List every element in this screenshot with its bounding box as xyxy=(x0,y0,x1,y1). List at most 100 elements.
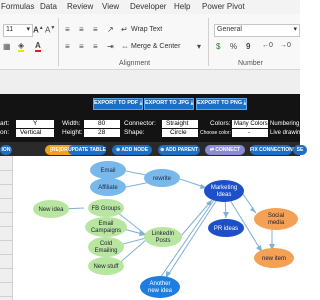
svg-text:rewrite: rewrite xyxy=(153,176,172,182)
height-label: Height: xyxy=(62,129,83,136)
node-email-campaigns[interactable]: Email Campaigns xyxy=(85,217,127,237)
connector-label: Connector: xyxy=(124,120,156,127)
download-icon: ⤓ xyxy=(139,100,143,106)
export-jpg-button[interactable]: EXPORT TO JPG ⤓ xyxy=(144,98,194,110)
shape-value: Circle xyxy=(170,129,187,136)
decrease-font-icon[interactable]: A▼ xyxy=(45,25,55,35)
menu-help[interactable]: Help xyxy=(174,2,190,11)
toolbar-last-button[interactable]: SE xyxy=(293,145,307,155)
currency-icon[interactable]: $ xyxy=(216,42,220,51)
align-top-icon[interactable]: ≡ xyxy=(65,25,70,34)
choose-color-value: - xyxy=(248,129,251,136)
colors-value: Many Colors xyxy=(234,121,268,127)
node-email[interactable]: Email xyxy=(90,161,126,179)
node-another-new-idea[interactable]: Another new idea xyxy=(140,276,180,298)
export-pdf-button[interactable]: EXPORT TO PDF ⤓ xyxy=(93,98,143,110)
add-parent-button[interactable]: ⊕ ADD PARENT xyxy=(158,145,200,155)
node-linkedin-posts[interactable]: LinkedIn Posts xyxy=(144,227,182,247)
comma-style-icon[interactable]: 9 xyxy=(246,42,250,51)
number-group-label: Number xyxy=(238,60,263,67)
font-size-dropdown[interactable]: 11 ▾ xyxy=(3,24,33,37)
svg-text:Email: Email xyxy=(98,221,113,227)
svg-text:Cold: Cold xyxy=(100,241,112,247)
shape-label: Shape: xyxy=(124,129,145,136)
width-label: Width: xyxy=(62,120,81,127)
node-fb-groups[interactable]: FB Groups xyxy=(88,199,124,217)
toolbar-first-button[interactable]: ION xyxy=(0,145,12,155)
menu-formulas[interactable]: Formulas xyxy=(1,2,34,11)
arrowhead-icon xyxy=(223,212,229,218)
width-value: 80 xyxy=(98,120,106,127)
node-cold-emailing[interactable]: Cold Emailing xyxy=(88,237,124,257)
decrease-decimal-icon[interactable]: →0 xyxy=(280,42,291,49)
height-value: 28 xyxy=(98,129,106,136)
number-format-dropdown[interactable]: General ▾ xyxy=(214,24,300,37)
add-node-button[interactable]: ⊕ ADD NODE xyxy=(112,145,152,155)
svg-text:Emailing: Emailing xyxy=(94,248,117,254)
control-panel: EXPORT TO PDF ⤓ EXPORT TO JPG ⤓ EXPORT T… xyxy=(0,94,304,142)
node-marketing-ideas[interactable]: Marketing Ideas xyxy=(204,180,244,202)
download-icon: ⤓ xyxy=(190,100,194,106)
setting-label: art: xyxy=(0,120,10,127)
ribbon-separator xyxy=(58,18,59,66)
font-color-icon[interactable]: A xyxy=(35,41,41,52)
svg-text:Social: Social xyxy=(268,213,284,219)
connector-value: Straight xyxy=(166,120,189,127)
align-bottom-icon[interactable]: ≡ xyxy=(93,25,98,34)
plus-icon: ⊕ xyxy=(115,147,121,153)
align-right-icon[interactable]: ≡ xyxy=(93,42,98,51)
chevron-down-icon: ▾ xyxy=(293,26,297,33)
number-format-value: General xyxy=(217,26,242,33)
fix-connections-button[interactable]: FIX CONNECTIONS xyxy=(250,145,296,155)
arrowhead-icon xyxy=(250,207,256,213)
node-pr-ideas[interactable]: PR ideas xyxy=(208,219,244,237)
node-new-stuff[interactable]: New stuff xyxy=(88,257,124,275)
setting-label: on: xyxy=(0,129,10,136)
chevron-down-icon: ▾ xyxy=(26,26,30,33)
node-new-idea[interactable]: New idea xyxy=(33,200,69,218)
mind-map: Email Affiliate rewrite Marketing Ideas … xyxy=(33,161,298,298)
node-new-item[interactable]: new item xyxy=(254,248,294,268)
node-rewrite[interactable]: rewrite xyxy=(144,169,180,187)
increase-font-icon[interactable]: A▲ xyxy=(33,25,44,35)
svg-text:new item: new item xyxy=(262,256,286,262)
menu-view[interactable]: View xyxy=(102,2,119,11)
merge-center-button[interactable]: Merge & Center xyxy=(131,43,180,50)
align-left-icon[interactable]: ≡ xyxy=(65,42,70,51)
connect-button[interactable]: ⇄ CONNECT xyxy=(205,145,245,155)
font-size-value: 11 xyxy=(6,26,14,33)
menu-data[interactable]: Data xyxy=(40,2,57,11)
formula-area xyxy=(0,70,300,94)
menu-developer[interactable]: Developer xyxy=(130,2,166,11)
orientation-icon[interactable]: ↗ xyxy=(107,25,114,34)
update-table-button[interactable]: UPDATE TABLE xyxy=(68,145,106,155)
arrowhead-icon xyxy=(206,200,212,206)
indent-icon[interactable]: ⇥ xyxy=(107,42,114,51)
export-png-button[interactable]: EXPORT TO PNG ⤓ xyxy=(196,98,247,110)
align-center-icon[interactable]: ≡ xyxy=(79,42,84,51)
menu-bar: Formulas Data Review View Developer Help… xyxy=(0,0,300,14)
ribbon-separator xyxy=(208,18,209,66)
numbering-label: Numbering xyxy=(270,121,300,127)
svg-text:New stuff: New stuff xyxy=(94,264,119,270)
increase-decimal-icon[interactable]: ←0 xyxy=(262,42,273,49)
ribbon: 11 ▾ A▲ A▼ ▦ ◈ A ≡ ≡ ≡ ↗ ≡ ≡ ≡ ⇥ ↵ Wrap … xyxy=(0,14,300,70)
borders-icon[interactable]: ▦ xyxy=(3,42,11,51)
svg-text:FB Groups: FB Groups xyxy=(91,206,120,212)
setting-value: Y xyxy=(33,120,38,127)
download-icon: ⤓ xyxy=(243,100,247,106)
wrap-text-button[interactable]: Wrap Text xyxy=(131,26,162,33)
wrap-text-icon[interactable]: ↵ xyxy=(121,25,128,34)
menu-review[interactable]: Review xyxy=(67,2,93,11)
node-affiliate[interactable]: Affiliate xyxy=(90,178,126,196)
menu-power-pivot[interactable]: Power Pivot xyxy=(202,2,245,11)
merge-icon[interactable]: ⇔ xyxy=(121,42,129,51)
percent-icon[interactable]: % xyxy=(230,42,237,51)
svg-text:New idea: New idea xyxy=(38,207,64,213)
chevron-down-icon[interactable]: ▾ xyxy=(197,42,201,51)
align-middle-icon[interactable]: ≡ xyxy=(79,25,84,34)
live-drawing-label: Live drawing xyxy=(270,130,304,136)
node-social-media[interactable]: Social media xyxy=(254,208,298,230)
plus-icon: ⊕ xyxy=(160,147,165,153)
fill-color-icon[interactable]: ◈ xyxy=(18,41,25,52)
